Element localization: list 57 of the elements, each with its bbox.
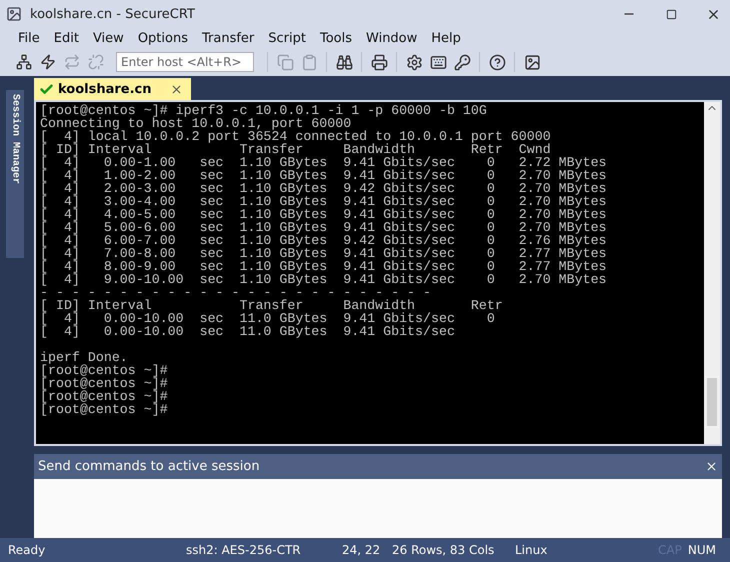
menu-item[interactable]: Tools [314, 30, 358, 46]
status-text: Linux [515, 543, 548, 557]
status-text: Ready [8, 543, 46, 557]
app-icon [6, 6, 22, 22]
terminal-line: [ 4] 6.00-7.00 sec 1.10 GBytes 9.42 Gbits/sec 0 2.76 MBytes [40, 234, 607, 247]
connect-tree-icon[interactable] [14, 52, 34, 72]
menu-item[interactable]: Edit [48, 30, 85, 46]
terminal-line: [ 4] 3.00-4.00 sec 1.10 GBytes 9.41 Gbits/sec 0 2.70 MBytes [40, 195, 607, 208]
status-text: 26 Rows, 83 Cols [392, 543, 496, 557]
printer-icon[interactable] [369, 52, 389, 72]
terminal-line: [ 4] 4.00-5.00 sec 1.10 GBytes 9.41 Gbits/sec 0 2.70 MBytes [40, 208, 607, 221]
terminal-line: [root@centos ~]# iperf3 -c 10.0.0.1 -i 1 -p 60000 -b 10G [40, 104, 487, 117]
menu-item[interactable]: Transfer [196, 30, 260, 46]
key-indicator: NUM [688, 543, 716, 557]
close-icon[interactable] [705, 460, 718, 473]
terminal-line: [ 4] 0.00-10.00 sec 11.0 GBytes 9.41 Gbits/sec [40, 325, 455, 338]
scrollbar[interactable] [704, 102, 720, 444]
session-manager-label: Session Manager [10, 94, 20, 184]
terminal-line: [root@centos ~]# [40, 390, 168, 403]
terminal-line: [ ID] Interval Transfer Bandwidth Retr [40, 299, 503, 312]
terminal-line: [root@centos ~]# [40, 377, 168, 390]
terminal-line: [ 4] 1.00-2.00 sec 1.10 GBytes 9.41 Gbits/sec 0 2.70 MBytes [40, 169, 607, 182]
terminal-line: Connecting to host 10.0.0.1, port 60000 [40, 117, 352, 130]
terminal-line: [ 4] 0.00-1.00 sec 1.10 GBytes 9.41 Gbits/sec 0 2.72 MBytes [40, 156, 607, 169]
menu-item[interactable]: Options [132, 30, 194, 46]
terminal-line: [ 4] 5.00-6.00 sec 1.10 GBytes 9.41 Gbits/sec 0 2.70 MBytes [40, 221, 607, 234]
terminal-line: [root@centos ~]# [40, 364, 168, 377]
status-text: 24, 22 [342, 543, 382, 557]
session-tab[interactable]: koolshare.cn [34, 78, 191, 100]
terminal-line: [ 4] 9.00-10.00 sec 1.10 GBytes 9.41 Gbits/sec 0 2.70 MBytes [40, 273, 607, 286]
menu-item[interactable]: Help [425, 30, 467, 46]
terminal-line: [root@centos ~]# [40, 403, 168, 416]
tab-label: koolshare.cn [58, 82, 152, 96]
help-icon[interactable] [487, 52, 507, 72]
scroll-thumb[interactable] [707, 378, 717, 426]
menu-item[interactable]: File [12, 30, 46, 46]
maximize-icon[interactable] [666, 8, 676, 20]
host-field[interactable]: Enter host <Alt+R> [116, 52, 254, 72]
terminal[interactable] [34, 100, 722, 446]
menu-item[interactable]: View [86, 30, 130, 46]
command-window-title: Send commands to active session [38, 459, 260, 474]
status-text: ssh2: AES-256-CTR [186, 543, 302, 557]
window-title: koolshare.cn - SecureCRT [30, 6, 196, 22]
terminal-line: [ 4] local 10.0.0.2 port 36524 connected to 10.0.0.1 port 60000 [40, 130, 551, 143]
session-manager-tab[interactable]: Session Manager [6, 90, 24, 258]
terminal-line: - - - - - - - - - - - - - - - - - - - - - - - - - [40, 286, 431, 299]
terminal-line: [ 4] 0.00-10.00 sec 11.0 GBytes 9.41 Gbits/sec 0 [40, 312, 495, 325]
menu-item[interactable]: Window [360, 30, 424, 46]
command-input[interactable] [34, 479, 722, 538]
terminal-line: [ 4] 2.00-3.00 sec 1.10 GBytes 9.42 Gbits/sec 0 2.70 MBytes [40, 182, 607, 195]
terminal-line: [ 4] 7.00-8.00 sec 1.10 GBytes 9.41 Gbits/sec 0 2.77 MBytes [40, 247, 607, 260]
terminal-line: iperf Done. [40, 351, 128, 364]
menu-item[interactable]: Script [262, 30, 312, 46]
terminal-line: [ ID] Interval Transfer Bandwidth Retr Cwnd [40, 143, 551, 156]
close-tab-icon[interactable] [170, 82, 183, 96]
terminal-line: [ 4] 8.00-9.00 sec 1.10 GBytes 9.41 Gbits/sec 0 2.77 MBytes [40, 260, 607, 273]
key-icon[interactable] [452, 52, 472, 72]
